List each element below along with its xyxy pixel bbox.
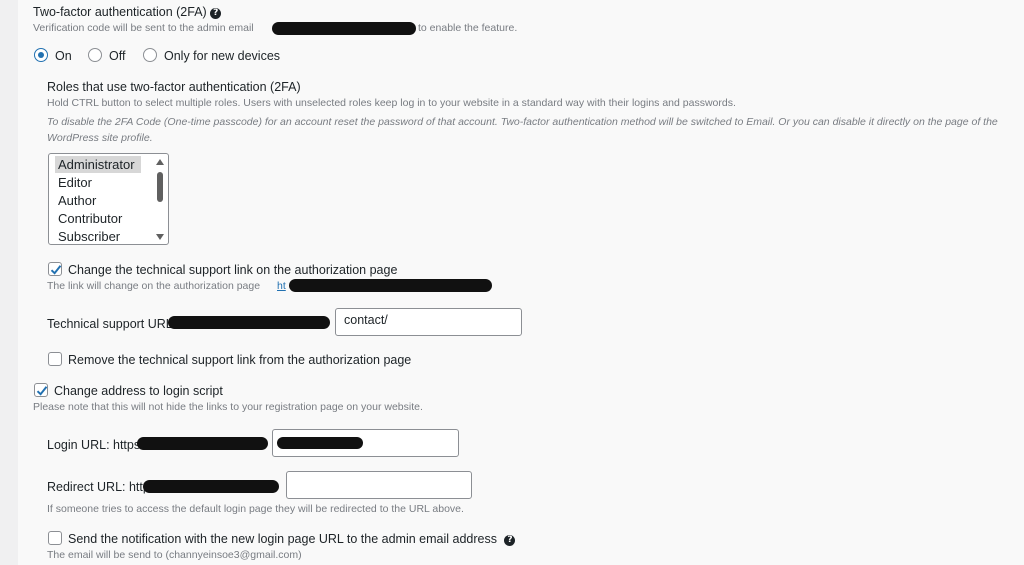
support-url-value: contact/ — [344, 313, 388, 327]
roles-desc: Hold CTRL button to select multiple role… — [47, 97, 736, 109]
checkmark-icon — [50, 265, 62, 275]
redacted-redirect-url — [143, 480, 279, 493]
redirect-url-input[interactable] — [286, 471, 472, 499]
remove-support-link-checkbox[interactable] — [48, 352, 62, 366]
role-option-author[interactable]: Author — [55, 192, 141, 209]
twofa-radio-on-label: On — [55, 49, 72, 63]
twofa-title-row: Two-factor authentication (2FA) ? — [33, 5, 222, 19]
help-icon[interactable]: ? — [210, 8, 222, 19]
change-support-link-label: Change the technical support link on the… — [68, 263, 398, 277]
checkmark-icon — [36, 386, 48, 396]
change-login-script-checkbox[interactable] — [34, 383, 48, 397]
twofa-radio-off[interactable] — [88, 48, 102, 62]
twofa-radio-on[interactable] — [34, 48, 48, 62]
redacted-support-link — [289, 279, 492, 292]
support-link[interactable]: ht — [277, 280, 286, 292]
change-login-script-label: Change address to login script — [54, 384, 223, 398]
notify-admin-desc: The email will be send to (channyeinsoe3… — [47, 549, 302, 561]
twofa-radio-new-devices-label: Only for new devices — [164, 49, 281, 63]
twofa-radio-off-label: Off — [109, 49, 126, 63]
scroll-up-arrow-icon[interactable] — [156, 159, 164, 165]
redacted-login-url — [137, 437, 268, 450]
scrollbar-thumb[interactable] — [157, 172, 163, 202]
roles-note: To disable the 2FA Code (One-time passco… — [47, 116, 998, 144]
redirect-url-label: Redirect URL: http — [47, 480, 150, 494]
redacted-email — [272, 22, 416, 35]
remove-support-link-label: Remove the technical support link from t… — [68, 353, 412, 367]
redacted-login-slug — [277, 437, 363, 449]
help-icon[interactable]: ? — [504, 535, 516, 546]
login-url-label: Login URL: https: — [47, 438, 144, 452]
redirect-url-desc: If someone tries to access the default l… — [47, 503, 464, 515]
support-url-input[interactable]: contact/ — [335, 308, 522, 336]
twofa-radio-new-devices[interactable] — [143, 48, 157, 62]
change-support-link-checkbox[interactable] — [48, 262, 62, 276]
support-url-label: Technical support URL: — [47, 317, 177, 331]
login-url-input[interactable] — [272, 429, 459, 457]
twofa-desc-prefix: Verification code will be sent to the ad… — [33, 22, 254, 34]
change-support-link-desc: The link will change on the authorizatio… — [47, 280, 261, 292]
role-option-contributor[interactable]: Contributor — [55, 210, 141, 227]
notify-admin-checkbox[interactable] — [48, 531, 62, 545]
role-option-editor[interactable]: Editor — [55, 174, 141, 191]
change-login-script-desc: Please note that this will not hide the … — [33, 401, 423, 413]
role-option-administrator[interactable]: Administrator — [55, 156, 141, 173]
twofa-desc-suffix: to enable the feature. — [418, 22, 518, 34]
notify-admin-label: Send the notification with the new login… — [68, 532, 497, 546]
twofa-title: Two-factor authentication (2FA) — [33, 5, 207, 19]
scroll-down-arrow-icon[interactable] — [156, 234, 164, 240]
roles-title: Roles that use two-factor authentication… — [47, 80, 301, 94]
roles-listbox[interactable]: Administrator Editor Author Contributor … — [48, 153, 169, 245]
redacted-support-url — [168, 316, 330, 329]
notify-admin-row: Send the notification with the new login… — [68, 532, 516, 546]
role-option-subscriber[interactable]: Subscriber — [55, 228, 141, 244]
